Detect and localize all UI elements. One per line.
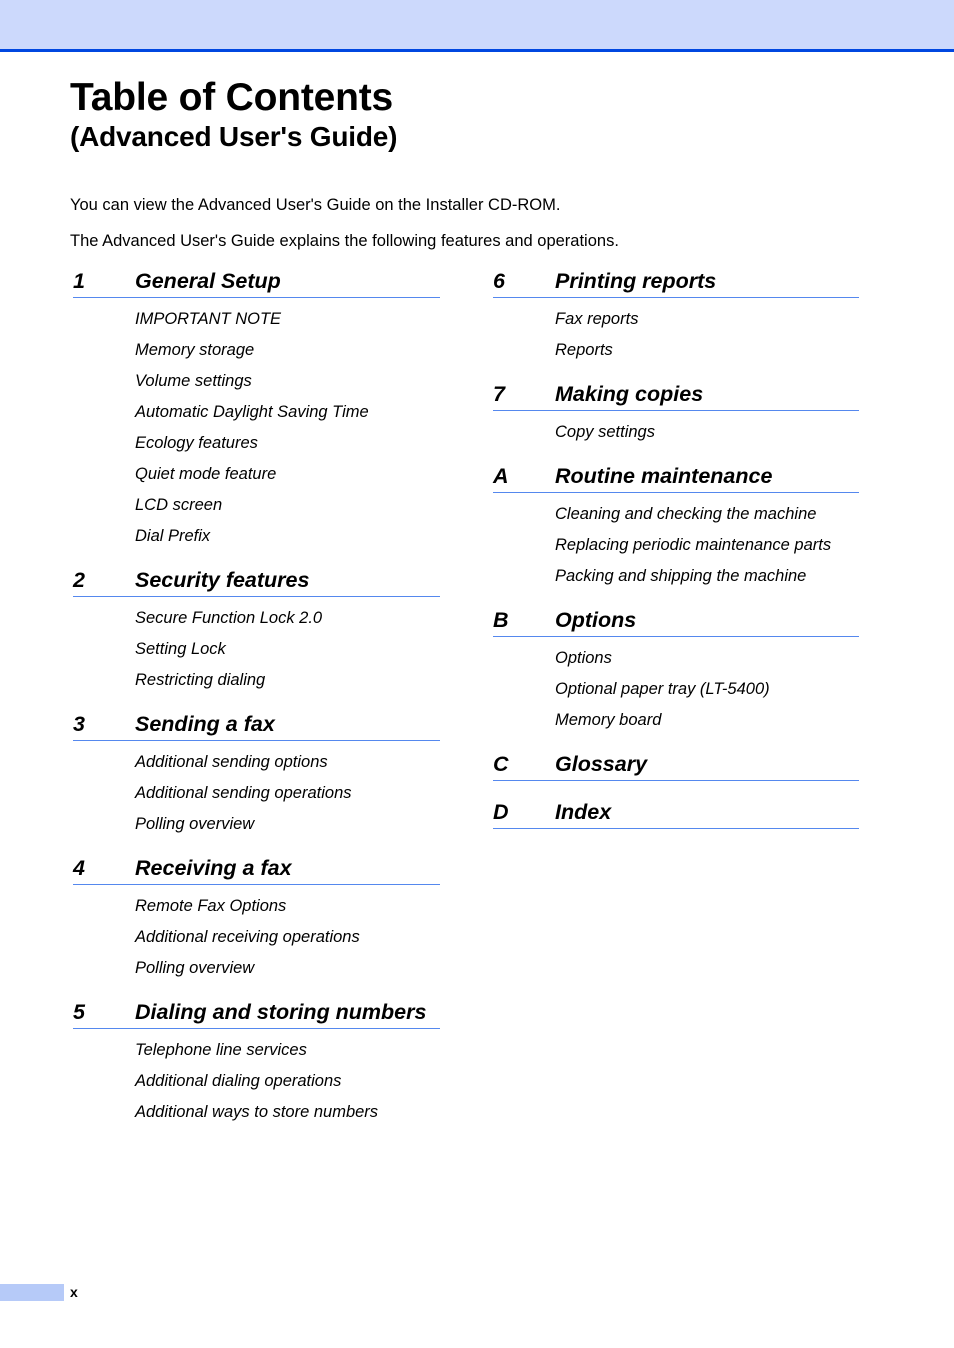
toc-entry[interactable]: Additional receiving operations: [135, 927, 435, 958]
toc-entry[interactable]: Optional paper tray (LT-5400): [555, 679, 855, 710]
toc-section-title: Making copies: [555, 382, 704, 406]
toc-section-number: 1: [73, 269, 85, 293]
toc-entry-list: Remote Fax Options Additional receiving o…: [73, 885, 440, 999]
toc-section-number: B: [493, 608, 509, 632]
toc-entry-list: Copy settings: [493, 411, 859, 463]
toc-entry[interactable]: Memory storage: [135, 340, 435, 371]
toc-entry-list: Fax reports Reports: [493, 298, 859, 381]
toc-section-heading[interactable]: C Glossary: [493, 751, 859, 781]
toc-section: 5 Dialing and storing numbers Telephone li…: [73, 999, 440, 1143]
toc-entry[interactable]: Automatic Daylight Saving Time: [135, 402, 435, 433]
intro-line-2: The Advanced User's Guide explains the f…: [70, 232, 619, 250]
toc-entry[interactable]: Packing and shipping the machine: [555, 566, 855, 586]
toc-entry-list: [493, 829, 859, 847]
toc-section-heading[interactable]: 3 Sending a fax: [73, 711, 440, 741]
toc-entry-list: Cleaning and checking the machine Replaci…: [493, 493, 859, 607]
toc-section-title: Dialing and storing numbers: [135, 1000, 427, 1024]
toc-column-left: 1 General Setup IMPORTANT NOTE Memory stora…: [73, 268, 440, 1143]
toc-entry[interactable]: Additional ways to store numbers: [135, 1102, 435, 1122]
toc-entry[interactable]: Remote Fax Options: [135, 896, 435, 927]
footer-page-number: x: [70, 1284, 78, 1300]
toc-section-title: Receiving a fax: [135, 856, 292, 880]
toc-entry[interactable]: IMPORTANT NOTE: [135, 309, 435, 340]
toc-section: D Index: [493, 799, 859, 847]
toc-section-heading[interactable]: 7 Making copies: [493, 381, 859, 411]
toc-section-number: 7: [493, 382, 505, 406]
toc-section-title: Sending a fax: [135, 712, 275, 736]
page-subtitle: (Advanced User's Guide): [70, 121, 398, 152]
toc-entry[interactable]: Memory board: [555, 710, 855, 730]
toc-section: 6 Printing reports Fax reports Reports: [493, 268, 859, 381]
toc-entry[interactable]: Copy settings: [555, 422, 855, 442]
toc-section: 3 Sending a fax Additional sending options…: [73, 711, 440, 855]
toc-section-title: General Setup: [135, 269, 281, 293]
toc-entry[interactable]: Telephone line services: [135, 1040, 435, 1071]
footer-accent-box: [0, 1284, 64, 1301]
toc-section: 4 Receiving a fax Remote Fax Options Additi…: [73, 855, 440, 999]
toc-section-heading[interactable]: 4 Receiving a fax: [73, 855, 440, 885]
toc-section-title: Options: [555, 608, 637, 632]
toc-entry[interactable]: Fax reports: [555, 309, 855, 340]
toc-entry[interactable]: Ecology features: [135, 433, 435, 464]
toc-section: C Glossary: [493, 751, 859, 799]
toc-entry[interactable]: Reports: [555, 340, 855, 360]
toc-entry-list: IMPORTANT NOTE Memory storage Volume setti…: [73, 298, 440, 567]
toc-section: B Options Options Optional paper tray (LT-5…: [493, 607, 859, 751]
toc-entry[interactable]: LCD screen: [135, 495, 435, 526]
toc-section-title: Routine maintenance: [555, 464, 773, 488]
toc-section-number: A: [493, 464, 509, 488]
toc-section: 7 Making copies Copy settings: [493, 381, 859, 463]
page-title: Table of Contents: [70, 76, 394, 119]
toc-section-number: 5: [73, 1000, 85, 1024]
toc-entry[interactable]: Volume settings: [135, 371, 435, 402]
toc-entry[interactable]: Restricting dialing: [135, 670, 435, 690]
toc-column-right: 6 Printing reports Fax reports Reports 7 Maki…: [493, 268, 859, 847]
toc-section-title: Index: [555, 800, 612, 824]
toc-section-number: D: [493, 800, 509, 824]
toc-section-number: 4: [73, 856, 85, 880]
toc-entry[interactable]: Setting Lock: [135, 639, 435, 670]
header-rule: [0, 49, 954, 52]
toc-section-number: 2: [73, 568, 85, 592]
toc-section-title: Glossary: [555, 752, 648, 776]
toc-section-heading[interactable]: B Options: [493, 607, 859, 637]
toc-section-heading[interactable]: 2 Security features: [73, 567, 440, 597]
toc-entry[interactable]: Additional sending options: [135, 752, 435, 783]
toc-entry[interactable]: Cleaning and checking the machine: [555, 504, 855, 535]
toc-section-number: 6: [493, 269, 505, 293]
toc-section-title: Printing reports: [555, 269, 717, 293]
toc-entry[interactable]: Polling overview: [135, 958, 435, 978]
toc-entry[interactable]: Replacing periodic maintenance parts: [555, 535, 855, 566]
toc-entry[interactable]: Additional dialing operations: [135, 1071, 435, 1102]
toc-entry[interactable]: Additional sending operations: [135, 783, 435, 814]
toc-section: 1 General Setup IMPORTANT NOTE Memory stora…: [73, 268, 440, 567]
toc-entry-list: [493, 781, 859, 799]
toc-section-heading[interactable]: A Routine maintenance: [493, 463, 859, 493]
toc-entry[interactable]: Quiet mode feature: [135, 464, 435, 495]
toc-section-title: Security features: [135, 568, 310, 592]
toc-section-heading[interactable]: 6 Printing reports: [493, 268, 859, 298]
intro-line-1: You can view the Advanced User's Guide o…: [70, 196, 561, 214]
toc-section-heading[interactable]: 5 Dialing and storing numbers: [73, 999, 440, 1029]
toc-section-number: 3: [73, 712, 85, 736]
toc-section: A Routine maintenance Cleaning and checkin…: [493, 463, 859, 607]
toc-section: 2 Security features Secure Function Lock 2…: [73, 567, 440, 711]
toc-entry-list: Telephone line services Additional dialin…: [73, 1029, 440, 1143]
toc-entry-list: Options Optional paper tray (LT-5400) Memo…: [493, 637, 859, 751]
toc-entry-list: Secure Function Lock 2.0 Setting Lock Rest…: [73, 597, 440, 711]
toc-entry[interactable]: Dial Prefix: [135, 526, 435, 546]
toc-entry-list: Additional sending options Additional sen…: [73, 741, 440, 855]
toc-section-number: C: [493, 752, 509, 776]
toc-section-heading[interactable]: D Index: [493, 799, 859, 829]
toc-section-heading[interactable]: 1 General Setup: [73, 268, 440, 298]
title-block: Table of Contents (Advanced User's Guide…: [70, 76, 890, 154]
header-band: [0, 0, 954, 49]
toc-entry[interactable]: Options: [555, 648, 855, 679]
intro-paragraphs: You can view the Advanced User's Guide o…: [70, 194, 890, 266]
toc-entry[interactable]: Secure Function Lock 2.0: [135, 608, 435, 639]
toc-entry[interactable]: Polling overview: [135, 814, 435, 834]
